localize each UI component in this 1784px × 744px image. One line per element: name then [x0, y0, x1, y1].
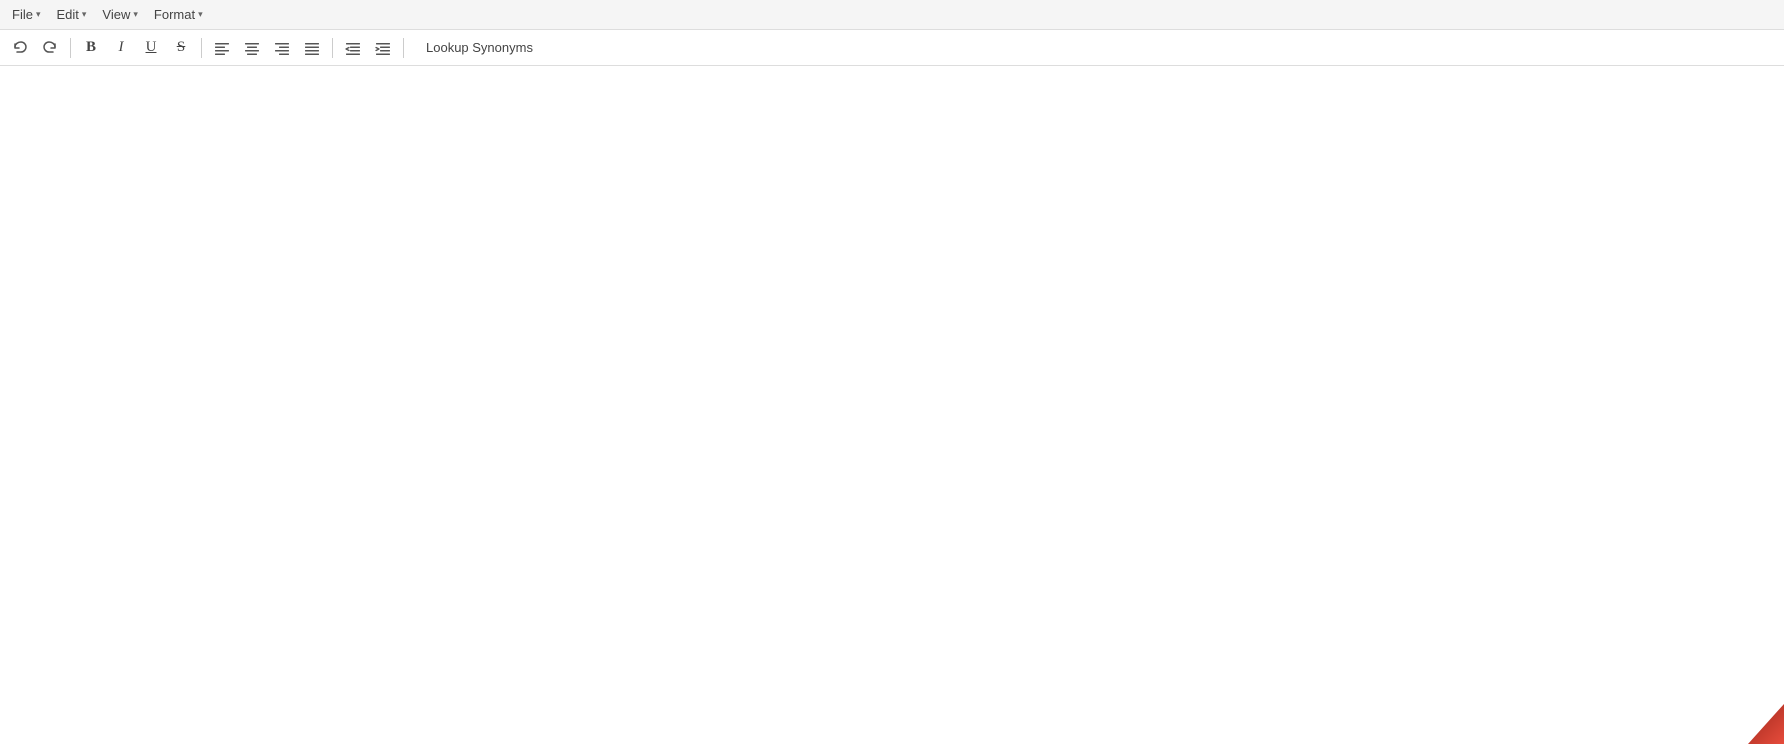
toolbar: B I U S: [0, 30, 1784, 66]
watermark-decoration: [1724, 704, 1784, 744]
align-center-icon: [244, 40, 260, 56]
menu-view[interactable]: View ▾: [94, 0, 145, 29]
editor-area[interactable]: [0, 66, 1784, 744]
separator-1: [70, 38, 71, 58]
align-left-button[interactable]: [208, 35, 236, 61]
redo-icon: [42, 40, 58, 56]
indent-decrease-button[interactable]: [339, 35, 367, 61]
menu-view-label: View: [102, 7, 130, 22]
indent-increase-icon: [375, 40, 391, 56]
separator-2: [201, 38, 202, 58]
menu-edit-label: Edit: [56, 7, 78, 22]
bold-icon: B: [86, 39, 96, 56]
align-right-icon: [274, 40, 290, 56]
menu-file[interactable]: File ▾: [4, 0, 48, 29]
menu-format-chevron: ▾: [198, 9, 203, 20]
menu-file-label: File: [12, 7, 33, 22]
separator-4: [403, 38, 404, 58]
bold-button[interactable]: B: [77, 35, 105, 61]
redo-button[interactable]: [36, 35, 64, 61]
undo-icon: [12, 40, 28, 56]
indent-decrease-icon: [345, 40, 361, 56]
menu-edit[interactable]: Edit ▾: [48, 0, 94, 29]
separator-3: [332, 38, 333, 58]
align-center-button[interactable]: [238, 35, 266, 61]
indent-increase-button[interactable]: [369, 35, 397, 61]
lookup-synonyms-label: Lookup Synonyms: [426, 40, 533, 55]
menu-format-label: Format: [154, 7, 195, 22]
align-right-button[interactable]: [268, 35, 296, 61]
lookup-synonyms-button[interactable]: Lookup Synonyms: [416, 35, 543, 61]
menu-bar: File ▾ Edit ▾ View ▾ Format ▾: [0, 0, 1784, 30]
menu-file-chevron: ▾: [36, 9, 41, 20]
menu-edit-chevron: ▾: [82, 9, 87, 20]
strikethrough-icon: S: [177, 39, 185, 56]
strikethrough-button[interactable]: S: [167, 35, 195, 61]
italic-icon: I: [119, 39, 124, 56]
align-justify-icon: [304, 40, 320, 56]
underline-button[interactable]: U: [137, 35, 165, 61]
underline-icon: U: [146, 39, 157, 56]
align-justify-button[interactable]: [298, 35, 326, 61]
italic-button[interactable]: I: [107, 35, 135, 61]
menu-view-chevron: ▾: [133, 9, 138, 20]
align-left-icon: [214, 40, 230, 56]
undo-button[interactable]: [6, 35, 34, 61]
menu-format[interactable]: Format ▾: [146, 0, 211, 29]
